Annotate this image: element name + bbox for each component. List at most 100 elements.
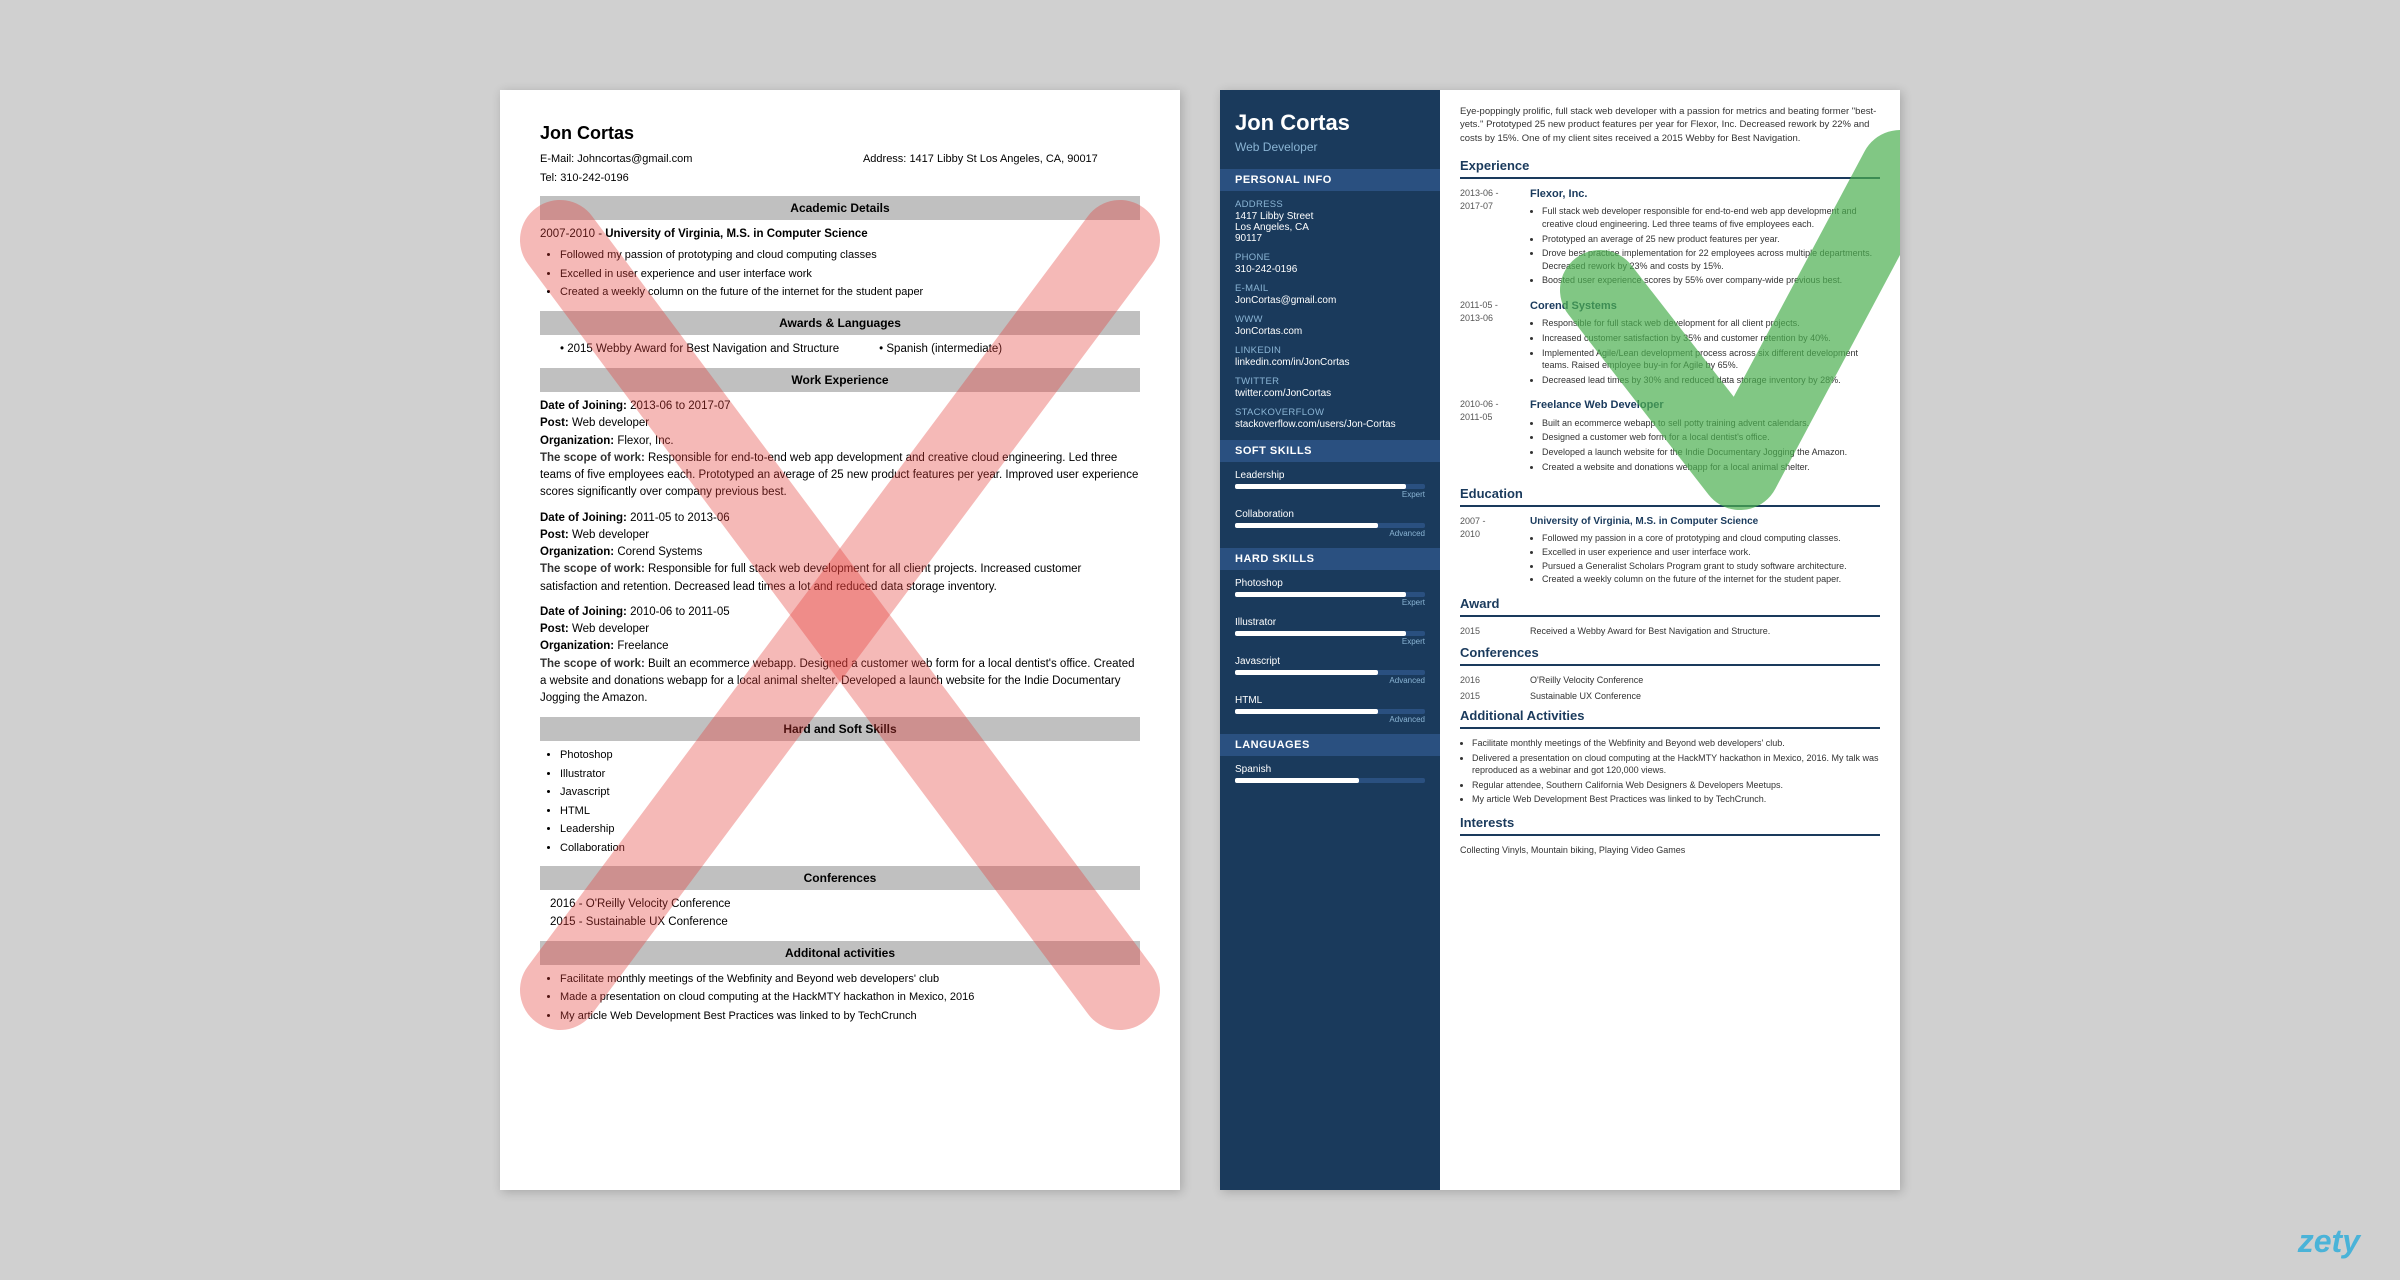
work2-post: Web developer bbox=[572, 529, 649, 541]
hard-skill-4-bar-bg bbox=[1235, 709, 1425, 714]
edu1-bullets: Followed my passion in a core of prototy… bbox=[1530, 532, 1847, 585]
email-label: E-Mail: bbox=[540, 153, 574, 165]
conf-2: 2015 - Sustainable UX Conference bbox=[550, 914, 1140, 931]
linkedin-value: linkedin.com/in/JonCortas bbox=[1220, 357, 1440, 368]
lang-1-bar-fill bbox=[1235, 778, 1359, 783]
work3-post: Web developer bbox=[572, 623, 649, 635]
activity-1: Facilitate monthly meetings of the Webfi… bbox=[560, 971, 1140, 988]
work2-date: 2011-05 to 2013-06 bbox=[630, 512, 730, 524]
right-sidebar: Jon Cortas Web Developer Personal Info A… bbox=[1220, 90, 1440, 1190]
linkedin-label: LinkedIn bbox=[1220, 345, 1440, 356]
skills-list: Photoshop Illustrator Javascript HTML Le… bbox=[540, 747, 1140, 856]
tel-label: Tel: bbox=[540, 172, 557, 184]
hard-skill-2-name: Illustrator bbox=[1235, 617, 1425, 628]
academic-entry: 2007-2010 - University of Virginia, M.S.… bbox=[540, 226, 1140, 301]
work1-post: Web developer bbox=[572, 417, 649, 429]
work2-scope-label: The scope of work: bbox=[540, 563, 645, 575]
award-title: Award bbox=[1460, 595, 1880, 617]
soft-skill-1-label: Expert bbox=[1235, 490, 1425, 499]
conf-row-2: 2015 Sustainable UX Conference bbox=[1460, 690, 1880, 703]
exp2-b4: Decreased lead times by 30% and reduced … bbox=[1542, 374, 1880, 387]
hard-skill-1-bar-bg bbox=[1235, 592, 1425, 597]
work3-scope-label: The scope of work: bbox=[540, 658, 645, 670]
address-value: 1417 Libby Street Los Angeles, CA 90117 bbox=[1220, 211, 1440, 244]
lang-1-name: Spanish bbox=[1235, 764, 1425, 775]
work2-date-label: Date of Joining: bbox=[540, 512, 627, 524]
sidebar-email-label: E-mail bbox=[1220, 283, 1440, 294]
hard-skill-2-bar-bg bbox=[1235, 631, 1425, 636]
work1-org-label: Organization: bbox=[540, 435, 614, 447]
work1-org: Flexor, Inc. bbox=[617, 435, 673, 447]
conf1-name: O'Reilly Velocity Conference bbox=[1530, 674, 1643, 687]
exp3-b3: Developed a launch website for the Indie… bbox=[1542, 446, 1880, 459]
skill-6: Collaboration bbox=[560, 840, 1140, 857]
exp-entry-1: 2013-06 - 2017-07 Flexor, Inc. Full stac… bbox=[1460, 187, 1880, 289]
conf2-year: 2015 bbox=[1460, 690, 1520, 703]
work1-post-label: Post: bbox=[540, 417, 569, 429]
conf2-name: Sustainable UX Conference bbox=[1530, 690, 1641, 703]
edu1-b4: Created a weekly column on the future of… bbox=[1542, 573, 1847, 586]
exp2-b2: Increased customer satisfaction by 35% a… bbox=[1542, 332, 1880, 345]
work-entry-1: Date of Joining: 2013-06 to 2017-07 Post… bbox=[540, 398, 1140, 502]
hard-skill-3-name: Javascript bbox=[1235, 656, 1425, 667]
hard-skill-html: HTML Advanced bbox=[1220, 695, 1440, 724]
right-main: Eye-poppingly prolific, full stack web d… bbox=[1440, 90, 1900, 1190]
exp3-b2: Designed a customer web form for a local… bbox=[1542, 431, 1880, 444]
edu1-school: University of Virginia, M.S. in Computer… bbox=[1530, 515, 1847, 529]
twitter-label: Twitter bbox=[1220, 376, 1440, 387]
activities-title: Additional Activities bbox=[1460, 707, 1880, 729]
edu-entry-1: 2007 - 2010 University of Virginia, M.S.… bbox=[1460, 515, 1880, 586]
exp2-content: Corend Systems Responsible for full stac… bbox=[1530, 299, 1880, 388]
work1-date-label: Date of Joining: bbox=[540, 400, 627, 412]
exp-entry-3: 2010-06 - 2011-05 Freelance Web Develope… bbox=[1460, 398, 1880, 475]
hard-skill-4-label: Advanced bbox=[1235, 715, 1425, 724]
hard-skill-3-bar-bg bbox=[1235, 670, 1425, 675]
hard-skill-javascript: Javascript Advanced bbox=[1220, 656, 1440, 685]
skill-2: Illustrator bbox=[560, 766, 1140, 783]
stackoverflow-label: StackOverflow bbox=[1220, 407, 1440, 418]
activity-3: My article Web Development Best Practice… bbox=[560, 1008, 1140, 1025]
exp2-b3: Implemented Agile/Lean development proce… bbox=[1542, 347, 1880, 372]
right-name: Jon Cortas bbox=[1220, 110, 1440, 136]
www-value: JonCortas.com bbox=[1220, 326, 1440, 337]
hard-skill-4-bar-fill bbox=[1235, 709, 1378, 714]
academic-header: Academic Details bbox=[540, 196, 1140, 220]
lang-spanish: Spanish bbox=[1220, 764, 1440, 783]
left-email-line: E-Mail: Johncortas@gmail.com Address: 14… bbox=[540, 151, 1140, 168]
hard-skill-illustrator: Illustrator Expert bbox=[1220, 617, 1440, 646]
left-address: 1417 Libby St Los Angeles, CA, 90017 bbox=[909, 153, 1097, 165]
exp3-date: 2010-06 - 2011-05 bbox=[1460, 398, 1520, 475]
soft-skill-1-bar-fill bbox=[1235, 484, 1406, 489]
hard-skill-4-name: HTML bbox=[1235, 695, 1425, 706]
work3-date: 2010-06 to 2011-05 bbox=[630, 606, 730, 618]
address-label: Address: bbox=[863, 153, 906, 165]
hard-skills-title: Hard Skills bbox=[1220, 548, 1440, 570]
work-header: Work Experience bbox=[540, 368, 1140, 392]
exp1-company: Flexor, Inc. bbox=[1530, 187, 1880, 202]
edu1-b1: Followed my passion in a core of prototy… bbox=[1542, 532, 1847, 545]
soft-skills-title: Soft Skills bbox=[1220, 440, 1440, 462]
award-item-2: • Spanish (intermediate) bbox=[879, 341, 1002, 358]
sidebar-email-value: JonCortas@gmail.com bbox=[1220, 295, 1440, 306]
right-title: Web Developer bbox=[1220, 140, 1440, 154]
work2-org-label: Organization: bbox=[540, 546, 614, 558]
award-year: 2015 bbox=[1460, 625, 1520, 638]
exp3-company: Freelance Web Developer bbox=[1530, 398, 1880, 413]
exp1-bullets: Full stack web developer responsible for… bbox=[1530, 205, 1880, 287]
awards-header: Awards & Languages bbox=[540, 311, 1140, 335]
soft-skill-1-bar-bg bbox=[1235, 484, 1425, 489]
academic-bullet-1: Followed my passion of prototyping and c… bbox=[560, 247, 1140, 264]
left-email: Johncortas@gmail.com bbox=[577, 153, 692, 165]
hard-skill-1-bar-fill bbox=[1235, 592, 1406, 597]
soft-skill-2-name: Collaboration bbox=[1235, 509, 1425, 520]
interests-title: Interests bbox=[1460, 814, 1880, 836]
exp2-bullets: Responsible for full stack web developme… bbox=[1530, 317, 1880, 386]
soft-skill-2-bar-fill bbox=[1235, 523, 1378, 528]
hard-skill-3-bar-fill bbox=[1235, 670, 1378, 675]
page-container: Jon Cortas E-Mail: Johncortas@gmail.com … bbox=[0, 0, 2400, 1280]
exp1-content: Flexor, Inc. Full stack web developer re… bbox=[1530, 187, 1880, 289]
act-3: Regular attendee, Southern California We… bbox=[1472, 779, 1880, 792]
conf-row-1: 2016 O'Reilly Velocity Conference bbox=[1460, 674, 1880, 687]
left-tel: 310-242-0196 bbox=[560, 172, 629, 184]
left-name: Jon Cortas bbox=[540, 120, 1140, 147]
